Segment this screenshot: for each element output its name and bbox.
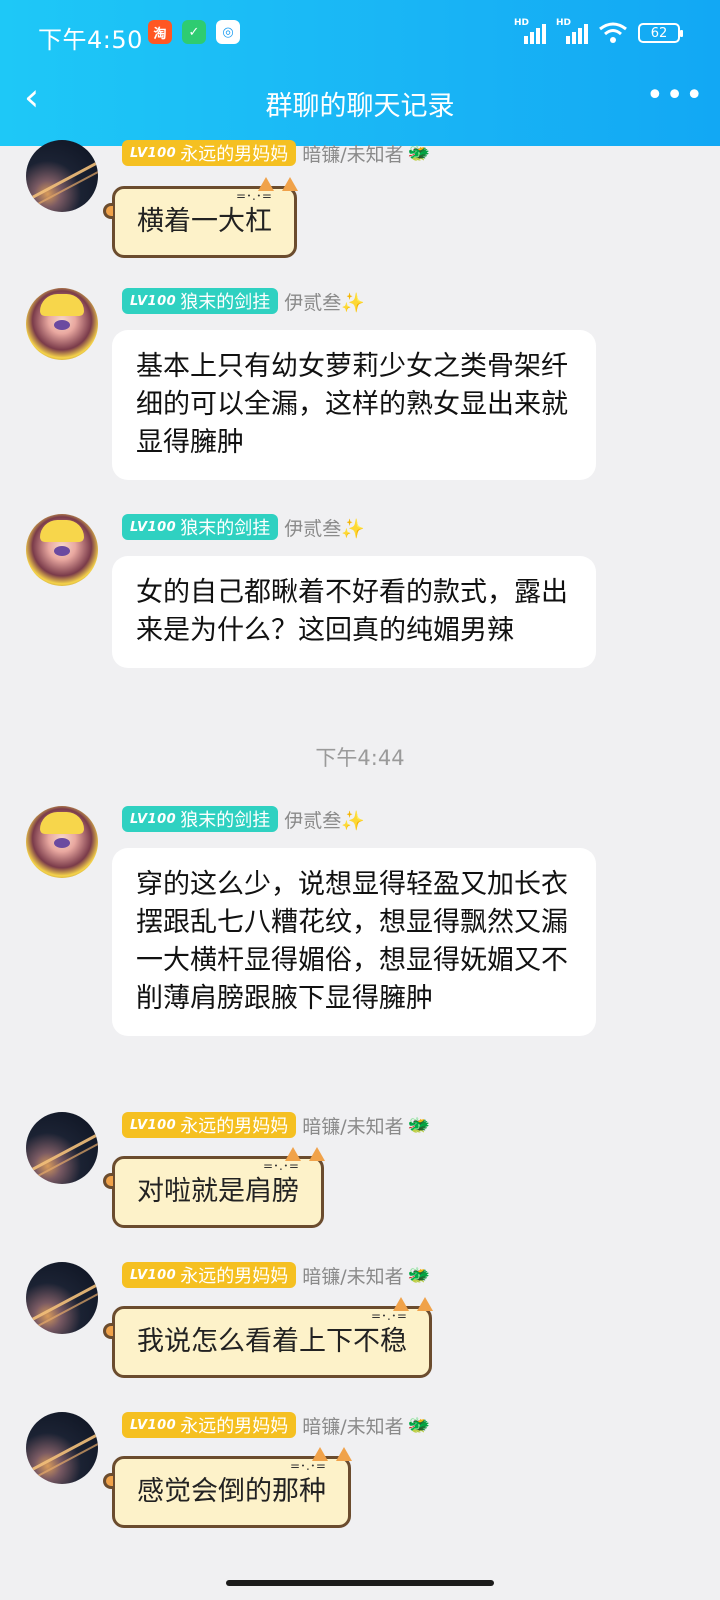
message-bubble[interactable]: =･.･= 横着一大杠 — [103, 177, 298, 258]
group-title-badge: LV100 永远的男妈妈 — [122, 1112, 297, 1138]
cat-ears-icon: =･.･= — [236, 167, 302, 203]
cat-ears-icon: =･.･= — [371, 1287, 437, 1323]
more-options-button[interactable]: ••• — [646, 81, 703, 112]
cat-tail-icon — [103, 203, 113, 219]
sender-line: LV100 狼末的剑挂 伊贰叁✨ — [122, 512, 365, 542]
sender-line: LV100 永远的男妈妈 暗镰/未知者 🐲 — [122, 1110, 430, 1140]
group-title-badge: LV100 永远的男妈妈 — [122, 140, 297, 166]
dragon-icon: 🐲 — [407, 1414, 431, 1436]
sender-line: LV100 永远的男妈妈 暗镰/未知者 🐲 — [122, 1260, 430, 1290]
sender-line: LV100 永远的男妈妈 暗镰/未知者 🐲 — [122, 138, 430, 168]
signal-icon-2: HD — [556, 18, 588, 44]
message-bubble[interactable]: =･.･= 对啦就是肩膀 — [103, 1147, 325, 1228]
cloud-icon: ◎ — [216, 20, 240, 44]
sender-nickname: 伊贰叁✨ — [284, 517, 365, 540]
top-bar: 下午4:50 淘 ✓ ◎ HD HD 62 ‹ 群聊的聊天记录 ••• — [0, 0, 720, 146]
message-bubble[interactable]: =･.･= 感觉会倒的那种 — [103, 1447, 352, 1528]
cat-tail-icon — [103, 1173, 113, 1189]
dragon-icon: 🐲 — [407, 142, 431, 164]
message-text: 我说怎么看着上下不稳 — [137, 1326, 407, 1357]
home-indicator[interactable] — [226, 1580, 494, 1586]
page-title: 群聊的聊天记录 — [265, 91, 455, 122]
sender-line: LV100 狼末的剑挂 伊贰叁✨ — [122, 804, 365, 834]
cat-ears-icon: =･.･= — [263, 1137, 329, 1173]
sender-nickname: 暗镰/未知者 — [302, 143, 404, 166]
avatar[interactable] — [26, 1412, 98, 1484]
avatar[interactable] — [26, 140, 98, 212]
group-title-badge: LV100 永远的男妈妈 — [122, 1262, 297, 1288]
dragon-icon: 🐲 — [407, 1114, 431, 1136]
status-right: HD HD 62 — [514, 18, 683, 44]
message-bubble[interactable]: 女的自己都瞅着不好看的款式，露出来是为什么？这回真的纯媚男辣 — [112, 556, 596, 668]
sender-nickname: 暗镰/未知者 — [302, 1415, 404, 1438]
notification-icons: 淘 ✓ ◎ — [148, 20, 240, 44]
wifi-icon — [599, 22, 627, 43]
sender-nickname: 伊贰叁✨ — [284, 291, 365, 314]
cat-tail-icon — [103, 1323, 113, 1339]
group-title-badge: LV100 狼末的剑挂 — [122, 514, 279, 540]
message-text: 女的自己都瞅着不好看的款式，露出来是为什么？这回真的纯媚男辣 — [136, 577, 568, 646]
sender-line: LV100 永远的男妈妈 暗镰/未知者 🐲 — [122, 1410, 430, 1440]
status-time: 下午4:50 — [38, 26, 143, 54]
sender-line: LV100 狼末的剑挂 伊贰叁✨ — [122, 286, 365, 316]
cat-tail-icon — [103, 1473, 113, 1489]
sender-nickname: 伊贰叁✨ — [284, 809, 365, 832]
message-text: 穿的这么少，说想显得轻盈又加长衣摆跟乱七八糟花纹，想显得飘然又漏一大横杆显得媚俗… — [136, 869, 568, 1014]
cat-ears-icon: =･.･= — [290, 1437, 356, 1473]
avatar[interactable] — [26, 1262, 98, 1334]
sender-nickname: 暗镰/未知者 — [302, 1265, 404, 1288]
signal-icon: HD — [514, 18, 546, 44]
avatar[interactable] — [26, 514, 98, 586]
time-separator: 下午4:44 — [315, 746, 405, 770]
group-title-badge: LV100 狼末的剑挂 — [122, 288, 279, 314]
message-bubble[interactable]: =･.･= 我说怎么看着上下不稳 — [103, 1297, 433, 1378]
message-bubble[interactable]: 基本上只有幼女萝莉少女之类骨架纤细的可以全漏，这样的熟女显出来就显得臃肿 — [112, 330, 596, 480]
taobao-icon: 淘 — [148, 20, 172, 44]
group-title-badge: LV100 永远的男妈妈 — [122, 1412, 297, 1438]
battery-icon: 62 — [638, 23, 683, 43]
message-text: 基本上只有幼女萝莉少女之类骨架纤细的可以全漏，这样的熟女显出来就显得臃肿 — [136, 351, 568, 458]
shield-icon: ✓ — [182, 20, 206, 44]
avatar[interactable] — [26, 806, 98, 878]
group-title-badge: LV100 狼末的剑挂 — [122, 806, 279, 832]
sender-nickname: 暗镰/未知者 — [302, 1115, 404, 1138]
avatar[interactable] — [26, 288, 98, 360]
message-bubble[interactable]: 穿的这么少，说想显得轻盈又加长衣摆跟乱七八糟花纹，想显得飘然又漏一大横杆显得媚俗… — [112, 848, 596, 1036]
dragon-icon: 🐲 — [407, 1264, 431, 1286]
avatar[interactable] — [26, 1112, 98, 1184]
